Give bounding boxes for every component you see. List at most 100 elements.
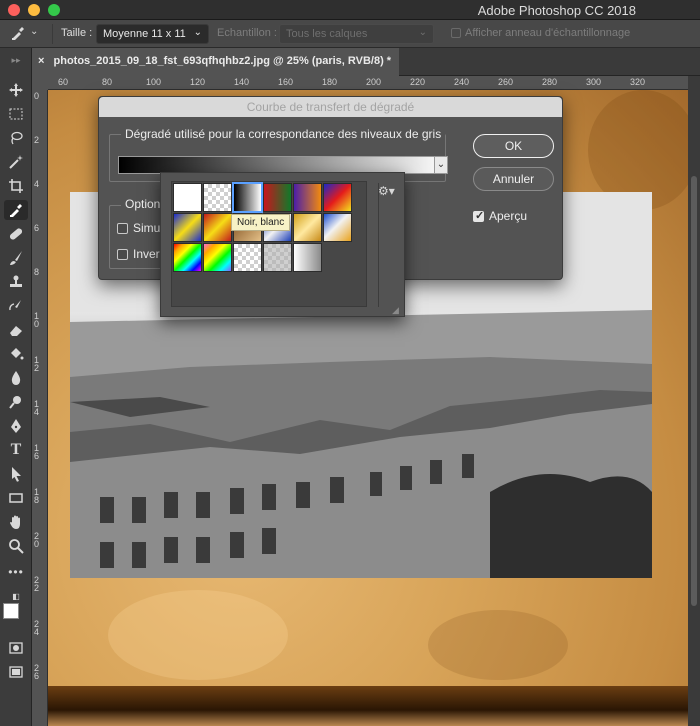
crop-tool[interactable]	[4, 176, 28, 196]
gradient-swatch[interactable]	[203, 243, 232, 272]
paper-edge	[48, 686, 688, 726]
gradient-swatch[interactable]	[233, 243, 262, 272]
path-selection-tool[interactable]	[4, 464, 28, 484]
invert-checkbox[interactable]	[117, 249, 128, 260]
eraser-tool[interactable]	[4, 320, 28, 340]
document-tab[interactable]: × photos_2015_09_18_fst_693qfhqhbz2.jpg …	[32, 48, 400, 76]
vertical-ruler[interactable]: 0 2 4 6 8 10 12 14 16 18 20 22 24 26	[32, 90, 48, 726]
vertical-scrollbar[interactable]	[688, 76, 700, 726]
gradient-dropdown-button[interactable]: ⌄	[434, 156, 448, 174]
ruler-tick-label: 4	[34, 179, 40, 189]
eyedropper-tool-preset[interactable]: ⌄	[10, 25, 38, 44]
horizontal-ruler[interactable]: 60 80 100 120 140 160 180 200 220 240 260 280 300 320	[48, 76, 688, 90]
ruler-tick-label: 6	[34, 223, 40, 233]
lasso-icon	[11, 131, 23, 145]
move-tool[interactable]	[4, 80, 28, 100]
divider	[52, 24, 53, 44]
close-icon[interactable]: ×	[38, 55, 44, 67]
rectangle-tool[interactable]	[4, 488, 28, 508]
scrollbar-thumb[interactable]	[691, 176, 697, 606]
gradient-swatch[interactable]	[173, 213, 202, 242]
edit-toolbar-button[interactable]: •••	[4, 562, 28, 582]
gradient-swatch[interactable]	[293, 183, 322, 212]
gradient-presets-popup	[160, 172, 405, 317]
ruler-tick-label: 140	[234, 77, 250, 87]
type-tool[interactable]: T	[4, 440, 28, 460]
dodge-tool[interactable]	[4, 392, 28, 412]
divider	[378, 183, 379, 307]
show-ring-checkbox[interactable]	[451, 28, 461, 38]
paint-bucket-icon	[11, 348, 24, 360]
gradient-swatch[interactable]	[203, 213, 232, 242]
blur-tool[interactable]	[4, 368, 28, 388]
screen-mode-button[interactable]	[4, 662, 28, 682]
eyedropper-tool[interactable]	[4, 200, 28, 220]
gradient-swatch[interactable]	[173, 243, 202, 272]
quick-selection-tool[interactable]	[4, 152, 28, 172]
minimize-window-button[interactable]	[28, 4, 40, 16]
eyedropper-icon	[10, 204, 22, 217]
paper-stain	[108, 590, 288, 680]
pen-tool[interactable]	[4, 416, 28, 436]
clone-stamp-tool[interactable]	[4, 272, 28, 292]
zoom-tool[interactable]	[4, 536, 28, 556]
ruler-tick-label: 12	[34, 355, 40, 373]
ruler-tick-label: 14	[34, 399, 40, 417]
gradient-swatch-selected[interactable]	[232, 182, 263, 213]
gradient-swatch[interactable]	[173, 183, 202, 212]
pen-icon	[11, 419, 21, 433]
crop-icon	[9, 179, 23, 193]
arrow-pointer-icon	[12, 467, 21, 482]
hand-tool[interactable]	[4, 512, 28, 532]
ruler-tick-label: 260	[498, 77, 514, 87]
ruler-tick-label: 60	[58, 77, 69, 87]
resize-grip-icon[interactable]: ◢	[392, 305, 399, 316]
gradient-tool[interactable]	[4, 344, 28, 364]
ruler-tick-label: 120	[190, 77, 206, 87]
eyedropper-icon	[12, 27, 24, 40]
simulate-checkbox[interactable]	[117, 223, 128, 234]
healing-brush-tool[interactable]	[4, 224, 28, 244]
sample-layers-select[interactable]: Tous les calques ⌄	[279, 24, 434, 44]
gradient-swatch[interactable]	[203, 183, 232, 212]
ruler-origin[interactable]	[32, 76, 48, 90]
sample-size-select[interactable]: Moyenne 11 x 11 ⌄	[96, 24, 209, 44]
size-label: Taille :	[61, 27, 93, 39]
ruler-tick-label: 0	[34, 91, 40, 101]
foreground-color-swatch[interactable]	[3, 603, 19, 619]
gradient-swatch[interactable]	[323, 183, 352, 212]
brush-tool[interactable]	[4, 248, 28, 268]
eraser-icon	[10, 326, 22, 336]
app-title: Adobe Photoshop CC 2018	[477, 3, 636, 18]
default-colors-icon: ◧	[12, 591, 20, 601]
gradient-swatch[interactable]	[293, 213, 322, 242]
gradient-swatch[interactable]	[293, 243, 322, 272]
chevron-down-icon: ⌄	[30, 26, 39, 37]
gradient-group-title: Dégradé utilisé pour la correspondance d…	[121, 127, 446, 141]
ruler-tick-label: 24	[34, 619, 40, 637]
close-window-button[interactable]	[8, 4, 20, 16]
type-icon: T	[10, 441, 22, 458]
quick-mask-icon	[9, 642, 23, 654]
gradient-swatch[interactable]	[323, 213, 352, 242]
show-ring-label: Afficher anneau d'échantillonnage	[465, 27, 631, 39]
quick-mask-button[interactable]	[4, 638, 28, 658]
history-brush-tool[interactable]	[4, 296, 28, 316]
preview-checkbox[interactable]	[473, 209, 484, 222]
gradient-swatch[interactable]	[263, 243, 292, 272]
options-bar: ⌄ Taille : Moyenne 11 x 11 ⌄ Echantillon…	[0, 20, 700, 48]
gear-icon[interactable]: ⚙▾	[378, 184, 395, 198]
ruler-tick-label: 80	[102, 77, 113, 87]
marquee-tool[interactable]	[4, 104, 28, 124]
dialog-title: Courbe de transfert de dégradé	[99, 97, 562, 117]
ok-button[interactable]: OK	[473, 134, 554, 158]
ruler-tick-label: 20	[34, 531, 40, 549]
ruler-tick-label: 100	[146, 77, 162, 87]
lasso-tool[interactable]	[4, 128, 28, 148]
history-brush-icon	[9, 300, 21, 311]
cancel-button[interactable]: Annuler	[473, 167, 554, 191]
chevron-down-icon: ⌄	[436, 159, 446, 170]
zoom-window-button[interactable]	[48, 4, 60, 16]
hand-icon	[10, 515, 20, 529]
gradient-swatch[interactable]	[263, 183, 292, 212]
